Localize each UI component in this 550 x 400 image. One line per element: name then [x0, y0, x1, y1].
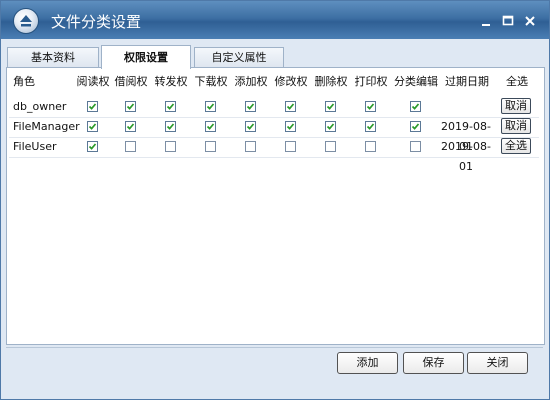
- header-download: 下载权: [194, 75, 228, 88]
- permissions-panel: 角色 阅读权 借阅权 转发权 下载权 添加权 修改权 删除权 打印权 分类编辑 过期日期 全选 db_o…: [6, 67, 545, 345]
- title-bar[interactable]: 文件分类设置: [1, 1, 549, 39]
- expiry-date: 2019-08-01: [441, 140, 491, 173]
- checkmark-icon: [286, 123, 295, 130]
- row-divider: [9, 157, 539, 158]
- checkmark-icon: [166, 123, 175, 130]
- checkmark-icon: [411, 103, 420, 110]
- close-icon[interactable]: [523, 14, 537, 28]
- header-modify: 修改权: [274, 75, 308, 88]
- table-row: FileUser 2019-08-01 全选: [9, 137, 542, 173]
- close-button[interactable]: 关闭: [467, 352, 528, 374]
- header-read: 阅读权: [76, 75, 110, 88]
- add-button[interactable]: 添加: [337, 352, 398, 374]
- row-select-toggle-button[interactable]: 取消: [501, 118, 531, 134]
- checkbox-download[interactable]: [205, 141, 216, 152]
- checkbox-borrow[interactable]: [125, 141, 136, 152]
- checkbox-add[interactable]: [245, 141, 256, 152]
- checkbox-download[interactable]: [205, 121, 216, 132]
- checkmark-icon: [126, 103, 135, 110]
- checkmark-icon: [286, 103, 295, 110]
- header-expiry-date: 过期日期: [445, 75, 489, 88]
- header-print: 打印权: [354, 75, 388, 88]
- checkbox-add[interactable]: [245, 121, 256, 132]
- checkmark-icon: [326, 123, 335, 130]
- header-delete: 删除权: [314, 75, 348, 88]
- minimize-icon[interactable]: [479, 14, 493, 28]
- checkmark-icon: [246, 103, 255, 110]
- checkbox-forward[interactable]: [165, 101, 176, 112]
- row-select-toggle-button[interactable]: 全选: [501, 138, 531, 154]
- checkbox-delete[interactable]: [325, 141, 336, 152]
- checkbox-modify[interactable]: [285, 141, 296, 152]
- header-category-edit: 分类编辑: [394, 75, 438, 88]
- header-forward: 转发权: [154, 75, 188, 88]
- checkbox-forward[interactable]: [165, 141, 176, 152]
- checkmark-icon: [411, 123, 420, 130]
- role-name: FileUser: [13, 140, 57, 153]
- table-row: FileManager 2019-08-01 取消: [9, 117, 542, 153]
- header-borrow: 借阅权: [114, 75, 148, 88]
- checkbox-modify[interactable]: [285, 101, 296, 112]
- tab-basic-info[interactable]: 基本资料: [7, 47, 99, 68]
- header-role: 角色: [13, 75, 35, 88]
- checkbox-download[interactable]: [205, 101, 216, 112]
- checkbox-forward[interactable]: [165, 121, 176, 132]
- header-add: 添加权: [234, 75, 268, 88]
- checkmark-icon: [326, 103, 335, 110]
- role-name: db_owner: [13, 100, 67, 113]
- checkmark-icon: [88, 103, 97, 110]
- checkmark-icon: [126, 123, 135, 130]
- checkbox-modify[interactable]: [285, 121, 296, 132]
- role-name: FileManager: [13, 120, 80, 133]
- checkbox-borrow[interactable]: [125, 121, 136, 132]
- dialog-window: 文件分类设置 基本资料 权限设置 自定义属性 角色 阅读权 借阅权 转发权 下载权 添加权…: [0, 0, 550, 400]
- checkmark-icon: [246, 123, 255, 130]
- checkmark-icon: [88, 123, 97, 130]
- checkmark-icon: [88, 143, 97, 150]
- checkmark-icon: [366, 103, 375, 110]
- checkmark-icon: [206, 123, 215, 130]
- checkmark-icon: [166, 103, 175, 110]
- checkbox-delete[interactable]: [325, 121, 336, 132]
- window-title: 文件分类设置: [51, 14, 142, 31]
- checkbox-category-edit[interactable]: [410, 101, 421, 112]
- checkbox-read[interactable]: [87, 141, 98, 152]
- save-button[interactable]: 保存: [403, 352, 464, 374]
- header-select-all: 全选: [506, 75, 528, 88]
- expiry-date: 2019-08-01: [441, 120, 491, 153]
- checkmark-icon: [206, 103, 215, 110]
- checkmark-icon: [366, 123, 375, 130]
- checkbox-delete[interactable]: [325, 101, 336, 112]
- row-select-toggle-button[interactable]: 取消: [501, 98, 531, 114]
- maximize-icon[interactable]: [501, 14, 515, 28]
- checkbox-category-edit[interactable]: [410, 141, 421, 152]
- checkbox-read[interactable]: [87, 121, 98, 132]
- table-row: db_owner 取消: [9, 97, 542, 117]
- tab-custom-attributes[interactable]: 自定义属性: [194, 47, 284, 68]
- tab-permissions[interactable]: 权限设置: [101, 45, 191, 69]
- checkbox-print[interactable]: [365, 101, 376, 112]
- checkbox-print[interactable]: [365, 121, 376, 132]
- expiry-date: [437, 97, 495, 117]
- checkbox-borrow[interactable]: [125, 101, 136, 112]
- checkbox-add[interactable]: [245, 101, 256, 112]
- checkbox-print[interactable]: [365, 141, 376, 152]
- app-icon: [13, 8, 39, 34]
- footer-bar: 添加 保存 关闭: [6, 347, 543, 382]
- checkbox-read[interactable]: [87, 101, 98, 112]
- checkbox-category-edit[interactable]: [410, 121, 421, 132]
